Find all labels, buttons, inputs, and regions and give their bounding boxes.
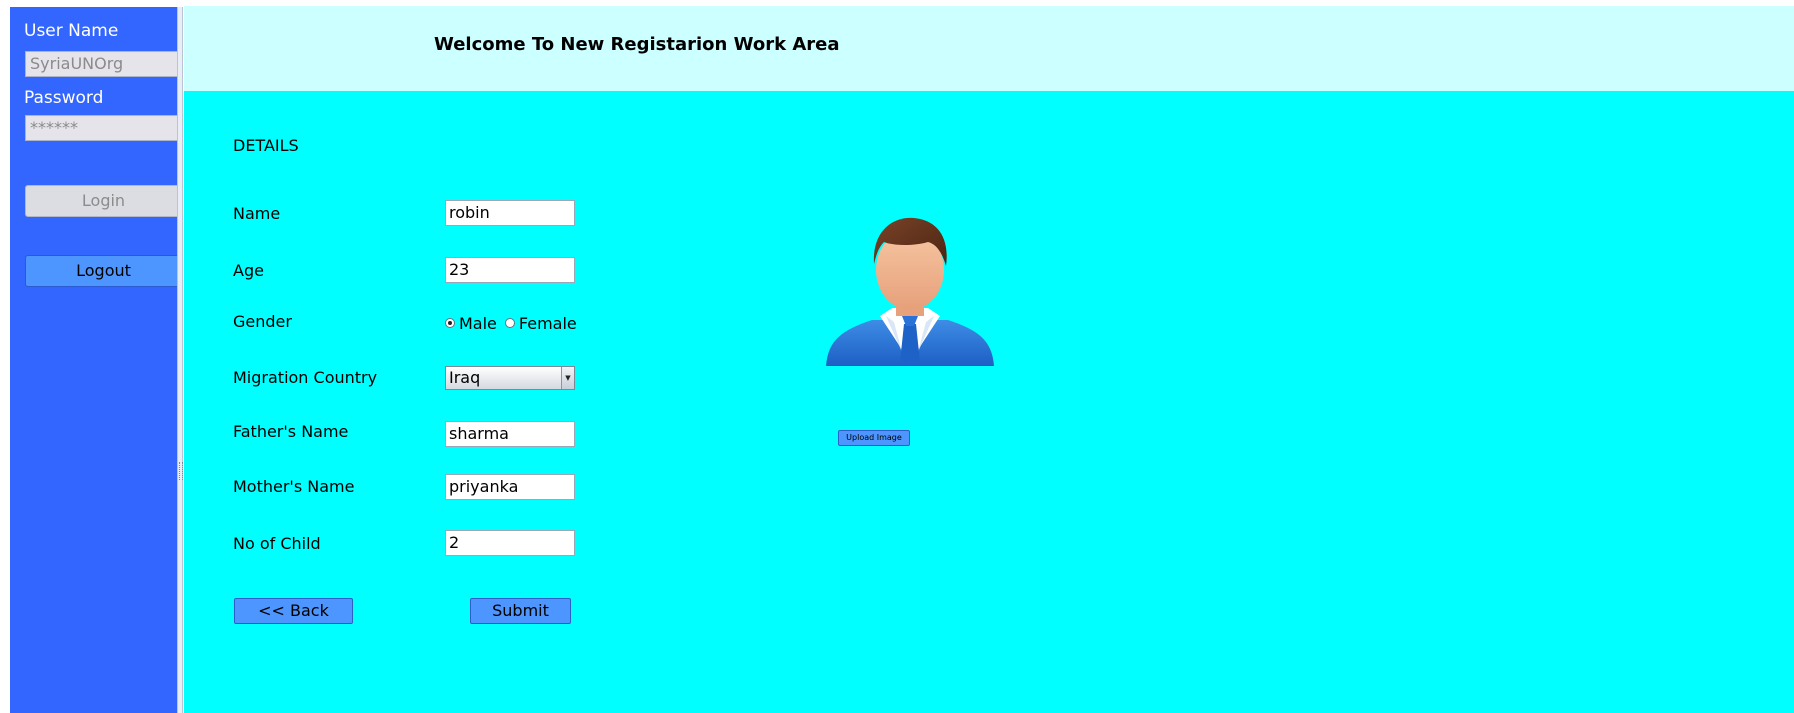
user-avatar-icon [826,217,994,366]
age-field[interactable]: 23 [445,257,575,283]
sidebar: User Name SyriaUNOrg Password ****** Log… [10,7,182,713]
name-field[interactable]: robin [445,200,575,226]
header-banner: Welcome To New Registarion Work Area [184,6,1794,91]
chevron-down-icon[interactable]: ▼ [561,367,574,389]
female-label: Female [518,313,577,333]
login-button[interactable]: Login [25,185,182,217]
back-button[interactable]: << Back [234,598,353,624]
male-radio[interactable] [445,318,455,328]
section-title: DETAILS [233,136,299,155]
mother-name-label: Mother's Name [233,477,355,496]
country-label: Migration Country [233,368,378,387]
female-radio[interactable] [504,318,515,328]
username-label: User Name [24,21,119,41]
gender-option-female[interactable]: Female [504,313,577,333]
username-field[interactable]: SyriaUNOrg [25,51,182,77]
name-label: Name [233,204,281,223]
children-label: No of Child [233,534,321,553]
upload-image-button[interactable]: Upload Image [838,430,910,446]
country-select[interactable]: Iraq ▼ [445,366,575,390]
panel-splitter[interactable] [177,7,183,713]
splitter-grip[interactable] [179,462,183,480]
page-title: Welcome To New Registarion Work Area [434,34,840,55]
logout-button[interactable]: Logout [25,255,182,287]
children-field[interactable]: 2 [445,530,575,556]
submit-button[interactable]: Submit [470,598,571,624]
gender-label: Gender [233,312,292,331]
gender-option-male[interactable]: Male [445,314,497,333]
registration-panel: DETAILS Name robin Age 23 Gender Male Fe… [184,91,1794,713]
age-label: Age [233,261,264,280]
father-name-field[interactable]: sharma [445,421,575,447]
gender-radio-group: Male Female [445,312,585,334]
password-field[interactable]: ****** [25,115,182,141]
male-label: Male [459,313,497,333]
country-select-value: Iraq [449,368,481,387]
password-label: Password [24,88,104,108]
father-name-label: Father's Name [233,422,349,441]
mother-name-field[interactable]: priyanka [445,474,575,500]
